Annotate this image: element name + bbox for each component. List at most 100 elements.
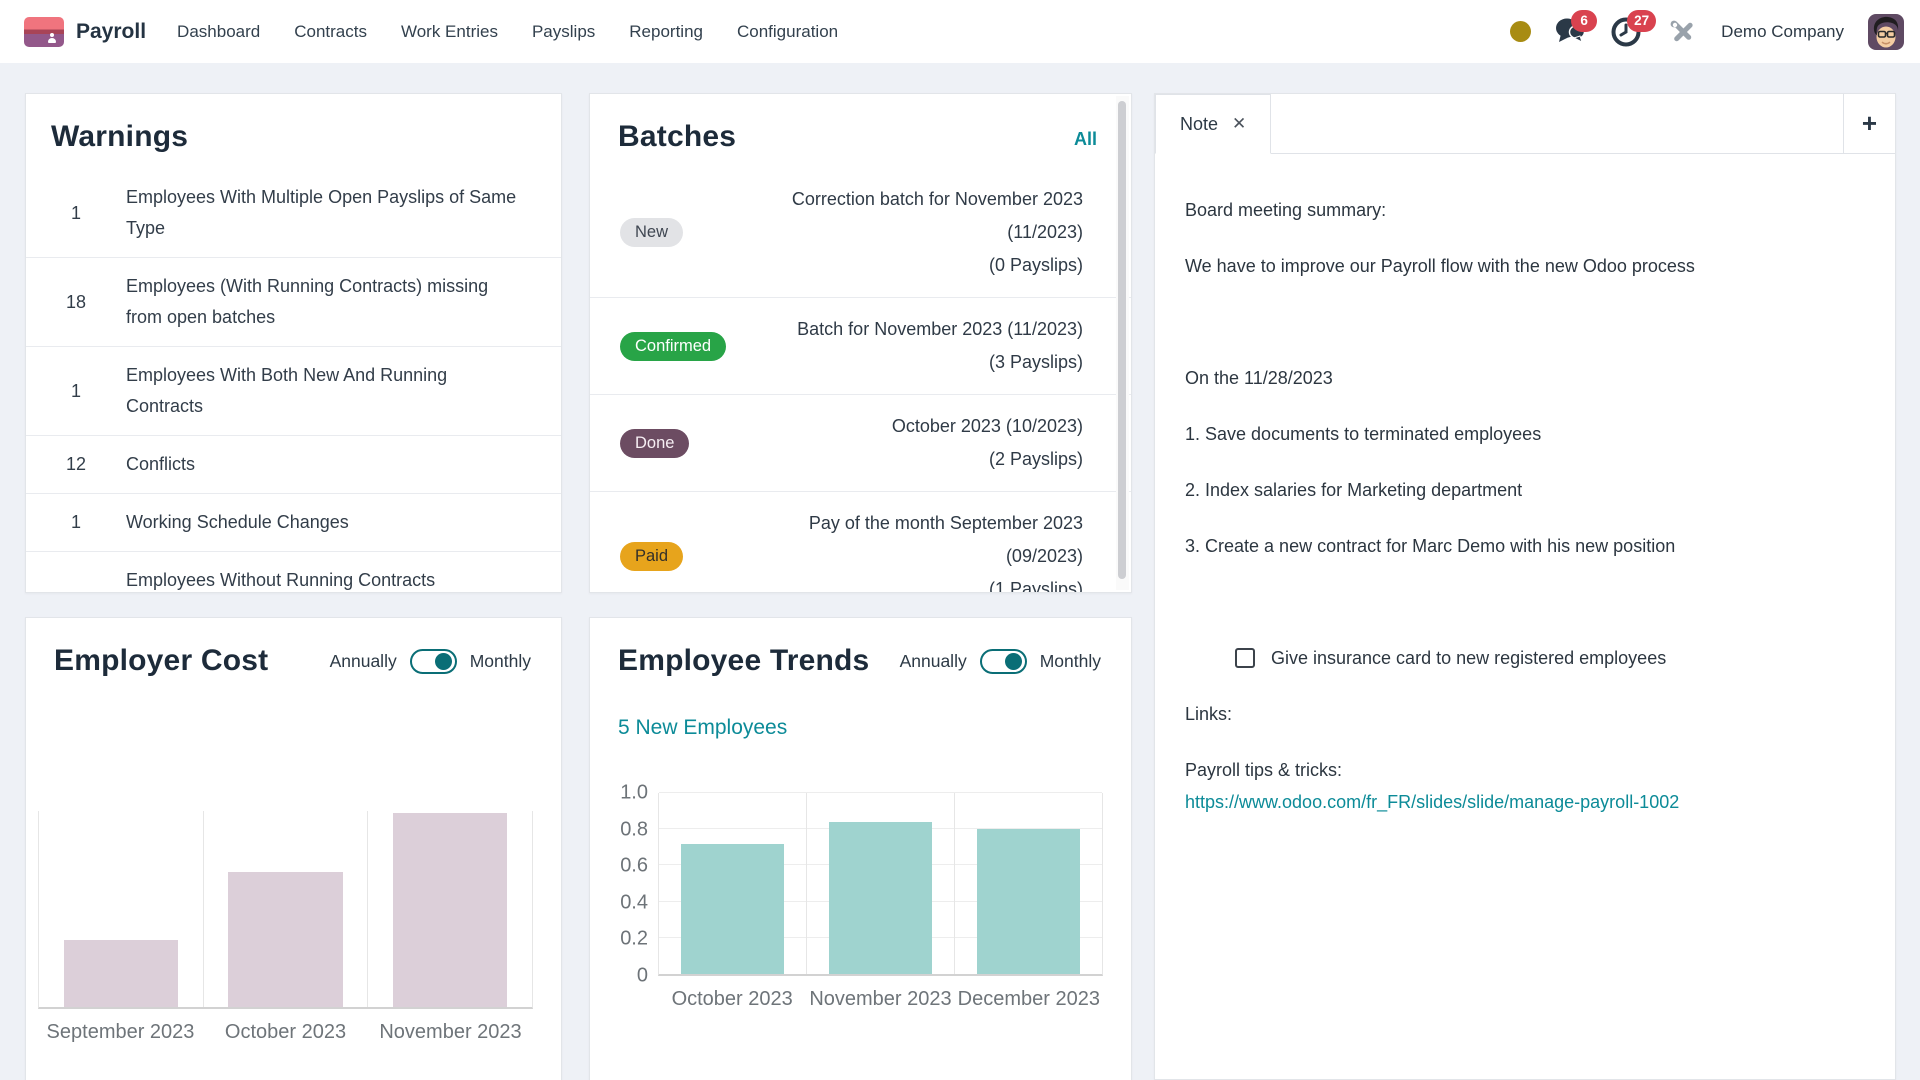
- warning-count: 1: [26, 381, 126, 402]
- batch-status-badge: Paid: [620, 542, 683, 571]
- x-axis-label: October 2023: [658, 976, 806, 1011]
- warning-label: Employees (With Running Contracts) missi…: [126, 271, 561, 333]
- batch-name: October 2023 (10/2023)(2 Payslips): [703, 410, 1083, 476]
- batches-list: NewCorrection batch for November 2023(11…: [590, 168, 1131, 593]
- batch-name: Pay of the month September 2023(09/2023)…: [697, 507, 1083, 593]
- warning-label: Employees Without Running Contracts: [126, 565, 561, 593]
- plot-column: [368, 811, 532, 1007]
- annually-label: Annually: [900, 651, 967, 672]
- plot-column: [659, 793, 807, 974]
- note-tips-label: Payroll tips & tricks:: [1185, 754, 1865, 786]
- nav-item-configuration[interactable]: Configuration: [720, 12, 855, 52]
- batch-status-badge: Done: [620, 429, 689, 458]
- warning-label: Employees With Both New And Running Cont…: [126, 360, 561, 422]
- activities-count-badge: 27: [1627, 10, 1656, 32]
- nav-item-reporting[interactable]: Reporting: [612, 12, 720, 52]
- bar-november-2023: [829, 822, 932, 974]
- note-tabbar: Note ✕ +: [1155, 94, 1895, 154]
- warning-count: 1: [26, 203, 126, 224]
- monthly-label: Monthly: [1040, 651, 1101, 672]
- batch-row[interactable]: ConfirmedBatch for November 2023 (11/202…: [590, 298, 1131, 395]
- y-tick-label: 0.2: [620, 928, 648, 951]
- app-title: Payroll: [76, 20, 146, 44]
- nav-item-dashboard[interactable]: Dashboard: [160, 12, 277, 52]
- messages-button[interactable]: 6: [1555, 17, 1587, 47]
- x-axis-label: September 2023: [38, 1009, 203, 1044]
- warnings-panel: Warnings 1Employees With Multiple Open P…: [25, 93, 562, 593]
- support-tools-button[interactable]: [1667, 17, 1697, 47]
- x-axis-label: November 2023: [806, 976, 954, 1011]
- monthly-label: Monthly: [470, 651, 531, 672]
- warning-row[interactable]: 1Employees With Multiple Open Payslips o…: [26, 168, 561, 258]
- nav-item-payslips[interactable]: Payslips: [515, 12, 612, 52]
- tab-note-label: Note: [1180, 114, 1218, 135]
- batch-row[interactable]: Done October 2023 (10/2023)(2 Payslips): [590, 395, 1131, 492]
- batch-row[interactable]: NewCorrection batch for November 2023(11…: [590, 168, 1131, 298]
- warnings-title: Warnings: [51, 120, 531, 154]
- note-paragraph: [1185, 586, 1865, 618]
- warning-label: Conflicts: [126, 449, 561, 480]
- note-panel: Note ✕ + Board meeting summary:We have t…: [1154, 93, 1896, 1080]
- tab-close-icon[interactable]: ✕: [1232, 114, 1246, 134]
- note-paragraph: 1. Save documents to terminated employee…: [1185, 418, 1865, 450]
- bar-october-2023: [228, 872, 343, 1007]
- period-switch[interactable]: [980, 649, 1027, 674]
- employee-trends-panel: Employee Trends Annually Monthly 5 New E…: [589, 617, 1132, 1080]
- note-editor[interactable]: Board meeting summary:We have to improve…: [1155, 154, 1895, 1079]
- plot-column: [955, 793, 1102, 974]
- main-menu: DashboardContractsWork EntriesPayslipsRe…: [160, 12, 855, 52]
- warning-row[interactable]: 12Conflicts: [26, 436, 561, 494]
- add-tab-button[interactable]: +: [1843, 94, 1895, 153]
- x-axis-label: October 2023: [203, 1009, 368, 1044]
- employer-cost-title: Employer Cost: [54, 644, 268, 678]
- note-checkbox-row: Give insurance card to new registered em…: [1235, 642, 1865, 674]
- plot-column: [204, 811, 369, 1007]
- warning-count: 12: [26, 454, 126, 475]
- x-axis-label: December 2023: [955, 976, 1103, 1011]
- warning-label: Employees With Multiple Open Payslips of…: [126, 182, 561, 244]
- employee-trends-title: Employee Trends: [618, 644, 869, 678]
- batches-all-link[interactable]: All: [1074, 129, 1097, 154]
- note-paragraph: We have to improve our Payroll flow with…: [1185, 250, 1865, 282]
- employer-cost-panel: Employer Cost Annually Monthly September…: [25, 617, 562, 1080]
- top-navbar: Payroll DashboardContractsWork EntriesPa…: [0, 0, 1920, 63]
- tools-icon: [1667, 17, 1697, 47]
- plot-area: [38, 811, 533, 1009]
- payroll-app-icon: [24, 17, 64, 47]
- warning-label: Working Schedule Changes: [126, 507, 561, 538]
- batches-scrollbar[interactable]: [1116, 96, 1129, 590]
- plot-column: [39, 811, 204, 1007]
- warning-row[interactable]: 1Employees With Both New And Running Con…: [26, 347, 561, 436]
- warning-count: 18: [26, 292, 126, 313]
- new-employees-link[interactable]: 5 New Employees: [618, 716, 1131, 740]
- warning-row[interactable]: Employees Without Running Contracts: [26, 552, 561, 593]
- messages-count-badge: 6: [1571, 10, 1597, 32]
- navbar-right: 6 27 Demo Company: [1510, 14, 1904, 50]
- company-menu[interactable]: Demo Company: [1721, 22, 1844, 42]
- warning-count: 1: [26, 512, 126, 533]
- annually-label: Annually: [330, 651, 397, 672]
- employee-trends-period-toggle: Annually Monthly: [900, 649, 1101, 674]
- note-links-label: Links:: [1185, 698, 1865, 730]
- note-paragraph: On the 11/28/2023: [1185, 362, 1865, 394]
- app-switcher[interactable]: Payroll: [24, 17, 146, 47]
- warning-row[interactable]: 18Employees (With Running Contracts) mis…: [26, 258, 561, 347]
- activities-button[interactable]: 27: [1611, 17, 1643, 47]
- insurance-checkbox-label: Give insurance card to new registered em…: [1271, 642, 1666, 674]
- tab-note[interactable]: Note ✕: [1155, 94, 1271, 154]
- nav-item-contracts[interactable]: Contracts: [277, 12, 384, 52]
- employer-cost-period-toggle: Annually Monthly: [330, 649, 531, 674]
- period-switch[interactable]: [410, 649, 457, 674]
- batch-row[interactable]: Paid Pay of the month September 2023(09/2…: [590, 492, 1131, 593]
- batch-name: Batch for November 2023 (11/2023)(3 Pays…: [740, 313, 1083, 379]
- bar-september-2023: [64, 940, 179, 1007]
- user-avatar[interactable]: [1868, 14, 1904, 50]
- y-tick-label: 0.8: [620, 818, 648, 841]
- warning-row[interactable]: 1Working Schedule Changes: [26, 494, 561, 552]
- nav-item-work-entries[interactable]: Work Entries: [384, 12, 515, 52]
- payroll-tips-link[interactable]: https://www.odoo.com/fr_FR/slides/slide/…: [1185, 792, 1679, 812]
- note-paragraph: [1185, 306, 1865, 338]
- y-tick-label: 0: [637, 965, 648, 988]
- insurance-checkbox[interactable]: [1235, 648, 1255, 668]
- batch-status-badge: New: [620, 218, 683, 247]
